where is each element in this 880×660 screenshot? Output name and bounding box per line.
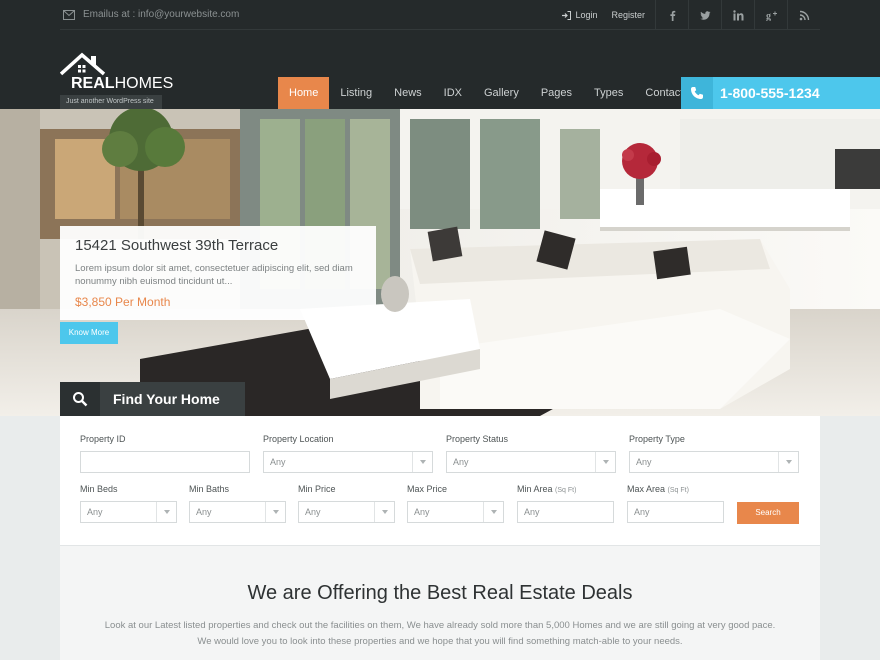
- linkedin-icon[interactable]: [721, 0, 754, 30]
- min-beds-label: Min Beds: [80, 484, 118, 494]
- envelope-icon: [63, 9, 75, 20]
- min-price-select[interactable]: Any: [298, 501, 395, 523]
- logo-wordmark: REALHOMES: [71, 75, 174, 92]
- login-icon: [562, 10, 572, 20]
- min-baths-label: Min Baths: [189, 484, 230, 494]
- property-status-select[interactable]: Any: [446, 451, 616, 473]
- min-baths-select[interactable]: Any: [189, 501, 286, 523]
- min-beds-select[interactable]: Any: [80, 501, 177, 523]
- chevron-down-icon: [381, 510, 388, 514]
- property-location-select[interactable]: Any: [263, 451, 433, 473]
- nav-item-types[interactable]: Types: [583, 77, 634, 109]
- nav-item-home[interactable]: Home: [278, 77, 330, 109]
- chevron-down-icon: [419, 460, 426, 464]
- rss-icon[interactable]: [787, 0, 820, 30]
- top-bar: Emailus at : info@yourwebsite.com Login …: [60, 0, 820, 30]
- nav-item-listing[interactable]: Listing: [329, 77, 383, 109]
- property-type-select[interactable]: Any: [629, 451, 799, 473]
- hero-caption: 15421 Southwest 39th Terrace Lorem ipsum…: [60, 226, 376, 320]
- offering-title: We are Offering the Best Real Estate Dea…: [247, 582, 633, 604]
- chevron-down-icon: [163, 510, 170, 514]
- find-home-label: Find Your Home: [113, 391, 220, 407]
- chevron-down-icon: [490, 510, 497, 514]
- nav-item-gallery[interactable]: Gallery: [473, 77, 530, 109]
- property-id-input[interactable]: [80, 451, 250, 473]
- phone-icon: [691, 87, 703, 99]
- chevron-down-icon: [272, 510, 279, 514]
- login-link[interactable]: Login: [562, 10, 597, 20]
- svg-text:g: g: [766, 11, 771, 21]
- hero-slider: 15421 Southwest 39th Terrace Lorem ipsum…: [0, 109, 880, 416]
- min-area-input[interactable]: Any: [517, 501, 614, 523]
- know-more-button[interactable]: Know More: [60, 322, 118, 344]
- site-logo[interactable]: REALHOMES Just another WordPress site: [60, 51, 174, 109]
- register-link[interactable]: Register: [611, 10, 645, 20]
- site-header: Emailus at : info@yourwebsite.com Login …: [0, 0, 880, 109]
- max-area-label: Max Area (Sq Ft): [627, 484, 689, 494]
- property-search-form: Property ID Property Location Any Proper…: [60, 416, 820, 546]
- min-price-label: Min Price: [298, 484, 336, 494]
- property-status-label: Property Status: [446, 434, 509, 444]
- nav-item-news[interactable]: News: [383, 77, 433, 109]
- max-area-input[interactable]: Any: [627, 501, 724, 523]
- offering-text: Look at our Latest listed properties and…: [60, 618, 820, 650]
- chevron-down-icon: [785, 460, 792, 464]
- min-area-label: Min Area (Sq Ft): [517, 484, 577, 494]
- main-nav: Home Listing News IDX Gallery Pages Type…: [278, 77, 709, 109]
- search-button[interactable]: Search: [737, 502, 799, 524]
- hero-description: Lorem ipsum dolor sit amet, consectetuer…: [75, 263, 353, 287]
- email-text: Emailus at : info@yourwebsite.com: [83, 9, 240, 20]
- login-label: Login: [575, 10, 598, 20]
- offering-line-2: We would love you to look into these pro…: [197, 636, 683, 647]
- max-price-select[interactable]: Any: [407, 501, 504, 523]
- find-home-tab: Find Your Home: [60, 382, 245, 416]
- property-id-label: Property ID: [80, 434, 126, 444]
- nav-item-idx[interactable]: IDX: [433, 77, 473, 109]
- phone-banner[interactable]: 1-800-555-1234: [681, 77, 880, 109]
- offering-section: We are Offering the Best Real Estate Dea…: [60, 546, 820, 660]
- site-tagline: Just another WordPress site: [60, 95, 162, 109]
- phone-number: 1-800-555-1234: [720, 85, 820, 101]
- search-icon: [73, 392, 88, 407]
- max-price-label: Max Price: [407, 484, 448, 494]
- email-info: Emailus at : info@yourwebsite.com: [63, 9, 239, 20]
- google-plus-icon[interactable]: g: [754, 0, 787, 30]
- property-type-label: Property Type: [629, 434, 685, 444]
- twitter-icon[interactable]: [688, 0, 721, 30]
- hero-title[interactable]: 15421 Southwest 39th Terrace: [75, 237, 361, 254]
- chevron-down-icon: [602, 460, 609, 464]
- nav-item-pages[interactable]: Pages: [530, 77, 583, 109]
- property-location-label: Property Location: [263, 434, 334, 444]
- facebook-icon[interactable]: [655, 0, 688, 30]
- hero-price: $3,850 Per Month: [75, 295, 171, 309]
- offering-line-1: Look at our Latest listed properties and…: [104, 620, 776, 631]
